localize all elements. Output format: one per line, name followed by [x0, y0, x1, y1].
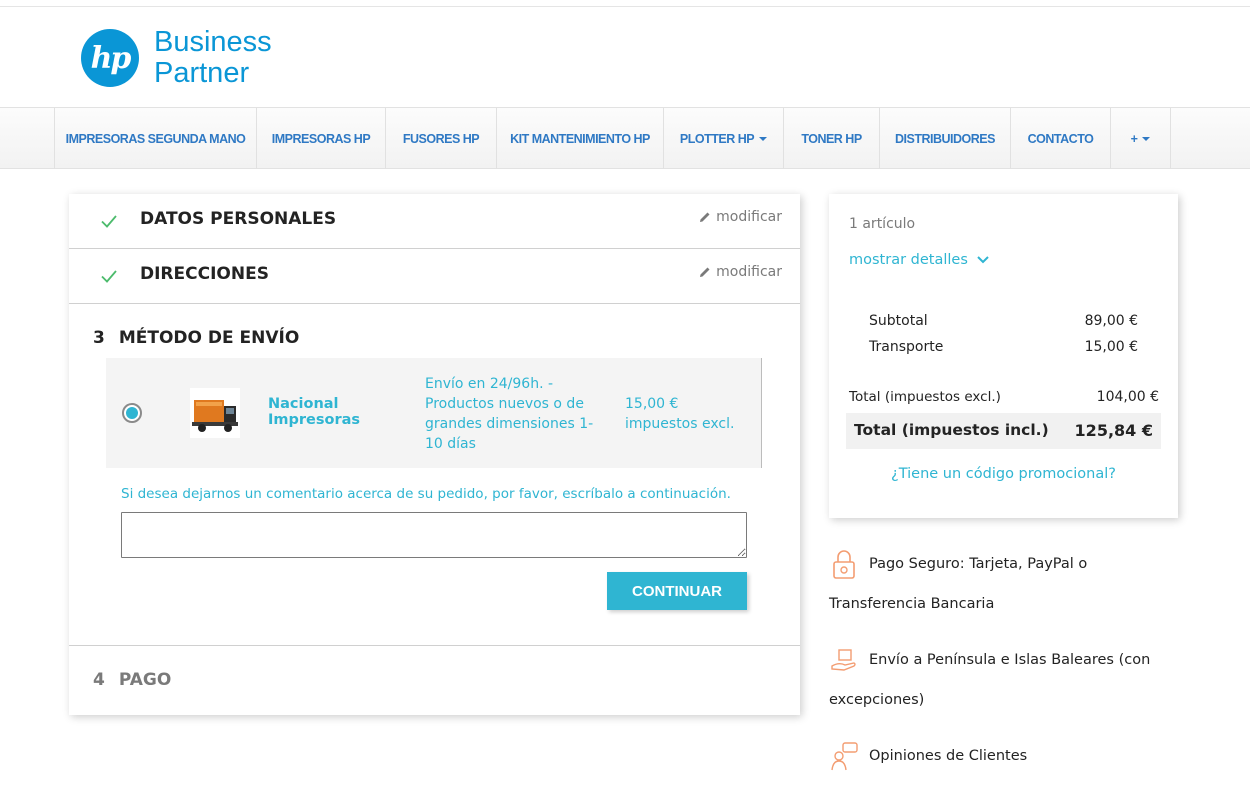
step-title: DIRECCIONES — [140, 264, 269, 284]
reassurance-shipping: Envío a Península e Islas Baleares (con … — [829, 640, 1169, 720]
carrier-price: 15,00 € impuestos excl. — [625, 396, 735, 432]
step-payment: 4 PAGO — [69, 645, 800, 715]
nav-item-plotter-hp[interactable]: PLOTTER HP — [664, 108, 784, 169]
nav-item-fusores-hp[interactable]: FUSORES HP — [386, 108, 497, 169]
pencil-icon — [700, 267, 710, 277]
checkout-steps: DATOS PERSONALES modificar DIRECCIONES m… — [69, 194, 800, 715]
customer-chat-icon — [831, 742, 858, 771]
reassurance-reviews[interactable]: Opiniones de Clientes — [829, 736, 1169, 776]
hp-logo-icon: hp — [81, 29, 139, 87]
truck-icon — [190, 388, 240, 438]
order-comment-field[interactable] — [121, 512, 747, 558]
top-border — [0, 6, 1250, 7]
carrier-option[interactable]: Nacional Impresoras Envío en 24/96h. - P… — [106, 358, 762, 468]
total-incl-label: Total (impuestos incl.) — [854, 421, 1049, 439]
continue-button[interactable]: CONTINUAR — [607, 572, 747, 610]
hp-business-partner-logo[interactable]: hp Business Partner — [81, 27, 272, 89]
lock-icon — [833, 550, 855, 579]
step-personal-data[interactable]: DATOS PERSONALES modificar — [69, 194, 800, 249]
nav-item-impresoras-segunda-mano[interactable]: IMPRESORAS SEGUNDA MANO — [55, 108, 257, 169]
carrier-name: Nacional Impresoras — [268, 396, 361, 428]
step-title: DATOS PERSONALES — [140, 209, 337, 229]
carrier-radio[interactable] — [122, 403, 142, 423]
shipping-label: Transporte — [869, 339, 944, 355]
brand-name: Business Partner — [154, 26, 272, 89]
nav-item-impresoras-hp[interactable]: IMPRESORAS HP — [257, 108, 386, 169]
delivery-box-icon — [831, 649, 856, 671]
shipping-value: 15,00 € — [1084, 339, 1138, 355]
nav-item-distribuidores[interactable]: DISTRIBUIDORES — [880, 108, 1011, 169]
subtotal-label: Subtotal — [869, 313, 928, 329]
subtotal-value: 89,00 € — [1084, 313, 1138, 329]
modify-addresses-link[interactable]: modificar — [698, 264, 782, 280]
promo-code-link[interactable]: ¿Tiene un código promocional? — [829, 466, 1178, 482]
nav-item-kit-mantenimiento-hp[interactable]: KIT MANTENIMIENTO HP — [497, 108, 664, 169]
caret-down-icon — [1142, 136, 1151, 141]
carrier-delay: Envío en 24/96h. - Productos nuevos o de… — [425, 376, 594, 452]
main-navigation: IMPRESORAS SEGUNDA MANO IMPRESORAS HP FU… — [0, 107, 1250, 169]
total-incl-row: Total (impuestos incl.) 125,84 € — [846, 413, 1161, 449]
total-incl-value: 125,84 € — [1074, 421, 1153, 440]
step-title: 4 PAGO — [93, 670, 172, 690]
show-details-link[interactable]: mostrar detalles — [849, 252, 990, 268]
modify-personal-data-link[interactable]: modificar — [698, 209, 782, 225]
nav-item-contacto[interactable]: CONTACTO — [1011, 108, 1111, 169]
chevron-down-icon — [977, 256, 989, 264]
step-addresses[interactable]: DIRECCIONES modificar — [69, 249, 800, 304]
pencil-icon — [700, 212, 710, 222]
check-icon — [101, 270, 117, 283]
total-excl-label: Total (impuestos excl.) — [849, 389, 1001, 405]
reassurance-secure-payment: Pago Seguro: Tarjeta, PayPal o Transfere… — [829, 544, 1169, 624]
order-comment-label: Si desea dejarnos un comentario acerca d… — [121, 486, 731, 502]
item-count: 1 artículo — [849, 216, 916, 232]
nav-item-toner-hp[interactable]: TONER HP — [784, 108, 880, 169]
nav-item-more[interactable]: + — [1111, 108, 1171, 169]
total-excl-value: 104,00 € — [1096, 389, 1159, 405]
check-icon — [101, 215, 117, 228]
caret-down-icon — [759, 136, 768, 141]
cart-summary: 1 artículo mostrar detalles Subtotal 89,… — [829, 194, 1178, 518]
step-shipping-method-title: 3 MÉTODO DE ENVÍO — [93, 328, 300, 348]
